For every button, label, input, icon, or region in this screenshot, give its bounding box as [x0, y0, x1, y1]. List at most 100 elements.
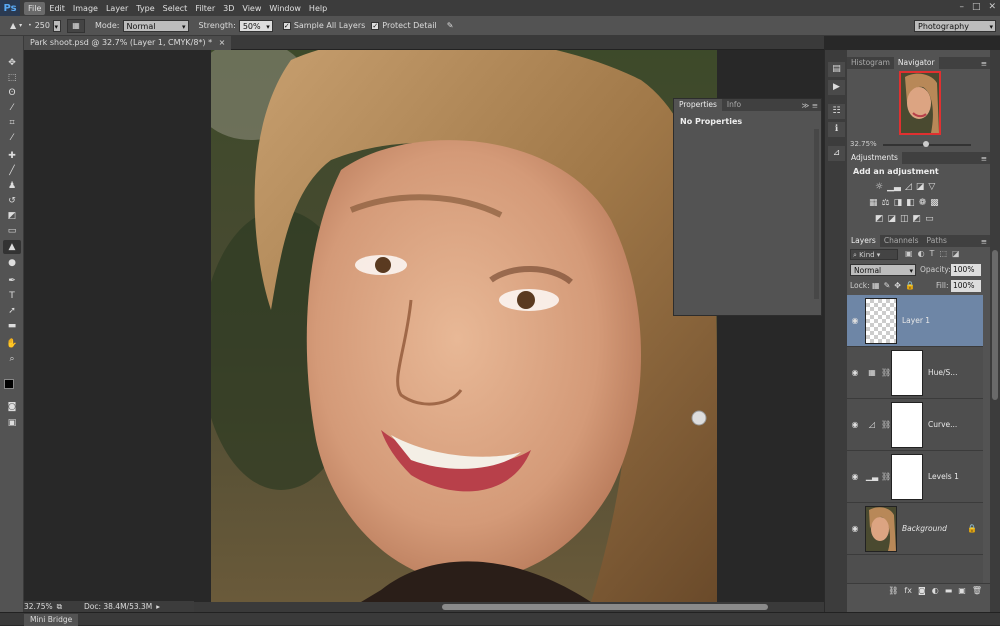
quick-mask-icon[interactable]: ◙ [3, 400, 21, 414]
tab-histogram[interactable]: Histogram [847, 57, 894, 69]
path-select-tool-icon[interactable]: ➚ [3, 304, 21, 318]
invert-icon[interactable]: ◩ [875, 214, 884, 224]
protect-detail-checkbox[interactable]: ✓ [371, 21, 380, 30]
smart-filter-icon[interactable]: ◪ [952, 249, 960, 258]
new-layer-icon[interactable]: ▣ [958, 586, 966, 595]
layer-row-hue-saturation[interactable]: ◉ ▦ ⛓ Hue/S... [847, 347, 983, 399]
panel-vertical-scrollbar[interactable] [990, 50, 1000, 612]
workspace-select[interactable]: Photography [914, 19, 996, 33]
adjustment-filter-icon[interactable]: ◐ [918, 249, 925, 258]
mini-bridge-tab[interactable]: Mini Bridge [24, 614, 79, 626]
new-group-icon[interactable]: ▬ [945, 586, 953, 595]
levels-icon[interactable]: ▁▃ [887, 182, 901, 192]
selective-color-icon[interactable]: ◩ [913, 214, 922, 224]
fx-icon[interactable]: fx [904, 586, 912, 595]
portrait-photo[interactable] [211, 50, 717, 602]
panel-scroll-thumb[interactable] [992, 250, 998, 400]
tab-navigator[interactable]: Navigator [893, 57, 939, 69]
tab-paths[interactable]: Paths [923, 235, 951, 247]
new-adjustment-icon[interactable]: ◐ [932, 586, 939, 595]
eyedropper-tool-icon[interactable]: ⁄ [3, 131, 21, 145]
quick-select-tool-icon[interactable]: ⁄ [3, 101, 21, 115]
document-tab-close-icon[interactable]: × [219, 38, 226, 47]
maximize-button[interactable]: □ [972, 2, 981, 12]
link-icon[interactable]: ⛓ [881, 368, 891, 377]
panel-menu-icon[interactable]: ≫ ≡ [801, 101, 818, 110]
brush-panel-toggle[interactable]: ▦ [67, 18, 85, 33]
link-layers-icon[interactable]: ⛓ [888, 586, 898, 595]
properties-panel-icon[interactable]: ☷ [828, 104, 845, 119]
lasso-tool-icon[interactable]: ʘ [3, 86, 21, 100]
horizontal-scroll-thumb[interactable] [442, 604, 768, 610]
fill-input[interactable]: 100% [951, 280, 981, 292]
tab-adjustments[interactable]: Adjustments [847, 152, 902, 164]
tool-preset-picker[interactable]: ▲ ▾ [10, 21, 22, 30]
menu-select[interactable]: Select [159, 2, 192, 15]
info-panel-icon[interactable]: ℹ [828, 122, 845, 137]
minimize-button[interactable]: – [959, 2, 964, 12]
blend-mode-select[interactable]: Normal [850, 264, 916, 277]
lock-transparent-icon[interactable]: ▦ [872, 281, 880, 290]
healing-brush-tool-icon[interactable]: ✚ [3, 149, 21, 163]
visibility-eye-icon[interactable]: ◉ [847, 472, 863, 481]
marquee-tool-icon[interactable]: ⬚ [3, 71, 21, 85]
visibility-eye-icon[interactable]: ◉ [847, 420, 863, 429]
navigator-zoom-thumb[interactable] [923, 141, 929, 147]
horizontal-scrollbar[interactable] [186, 602, 824, 612]
eraser-tool-icon[interactable]: ◩ [3, 209, 21, 223]
menu-type[interactable]: Type [132, 2, 158, 15]
history-panel-icon[interactable]: ▤ [828, 62, 845, 77]
navigator-zoom-value[interactable]: 32.75% [850, 140, 877, 148]
clone-stamp-tool-icon[interactable]: ♟ [3, 179, 21, 193]
menu-edit[interactable]: Edit [45, 2, 69, 15]
zoom-tool-icon[interactable]: ⌕ [3, 352, 21, 366]
link-icon[interactable]: ⛓ [881, 420, 891, 429]
delete-layer-icon[interactable]: 🗑 [972, 586, 982, 595]
brush-presets-icon[interactable]: ⊿ [828, 146, 845, 161]
opacity-input[interactable]: 100% [951, 264, 981, 276]
pen-tool-icon[interactable]: ✒ [3, 274, 21, 288]
history-brush-tool-icon[interactable]: ↺ [3, 194, 21, 208]
photo-filter-icon[interactable]: ◧ [906, 198, 915, 208]
menu-layer[interactable]: Layer [102, 2, 132, 15]
shape-tool-icon[interactable]: ▬ [3, 319, 21, 333]
vibrance-icon[interactable]: ▽ [928, 182, 935, 192]
navigator-menu-icon[interactable]: ≡ [981, 59, 987, 68]
black-white-icon[interactable]: ◨ [894, 198, 903, 208]
menu-view[interactable]: View [238, 2, 265, 15]
pressure-toggle[interactable]: ✎ [447, 21, 454, 30]
close-button[interactable]: ✕ [988, 2, 996, 12]
visibility-eye-icon[interactable]: ◉ [847, 368, 863, 377]
pixel-filter-icon[interactable]: ▣ [905, 249, 913, 258]
add-mask-icon[interactable]: ◙ [918, 586, 926, 595]
channel-mixer-icon[interactable]: ❁ [919, 198, 927, 208]
exposure-icon[interactable]: ◪ [916, 182, 925, 192]
export-icon[interactable]: ⧉ [57, 602, 62, 612]
type-tool-icon[interactable]: T [3, 289, 21, 303]
sample-all-layers-checkbox[interactable]: ✓ [282, 21, 291, 30]
actions-panel-icon[interactable]: ▶ [828, 80, 845, 95]
layer-row-background[interactable]: ◉ Background 🔒 [847, 503, 983, 555]
status-menu-arrow-icon[interactable]: ▸ [156, 602, 160, 611]
crop-tool-icon[interactable]: ⌗ [3, 116, 21, 130]
tab-properties[interactable]: Properties [674, 99, 722, 111]
menu-3d[interactable]: 3D [219, 2, 238, 15]
menu-window[interactable]: Window [265, 2, 305, 15]
dodge-tool-icon[interactable]: ● [3, 256, 21, 270]
brush-dropdown[interactable] [53, 19, 61, 33]
sharpen-tool-icon[interactable]: ▲ [3, 240, 21, 254]
strength-input[interactable]: 50% [238, 19, 273, 33]
layer-filter-kind[interactable]: ⌕ Kind ▾ [850, 249, 898, 260]
gradient-map-icon[interactable]: ▭ [925, 214, 934, 224]
brush-tool-icon[interactable]: ╱ [3, 164, 21, 178]
brightness-icon[interactable]: ☼ [875, 182, 883, 192]
tab-info[interactable]: Info [722, 99, 746, 111]
zoom-level[interactable]: 32.75% [24, 602, 53, 611]
lock-image-icon[interactable]: ✎ [884, 281, 891, 290]
menu-help[interactable]: Help [305, 2, 331, 15]
layers-menu-icon[interactable]: ≡ [981, 237, 987, 246]
menu-filter[interactable]: Filter [191, 2, 219, 15]
color-balance-icon[interactable]: ⚖ [882, 198, 890, 208]
posterize-icon[interactable]: ◪ [888, 214, 897, 224]
brush-size-picker[interactable]: • 250 [28, 19, 61, 33]
